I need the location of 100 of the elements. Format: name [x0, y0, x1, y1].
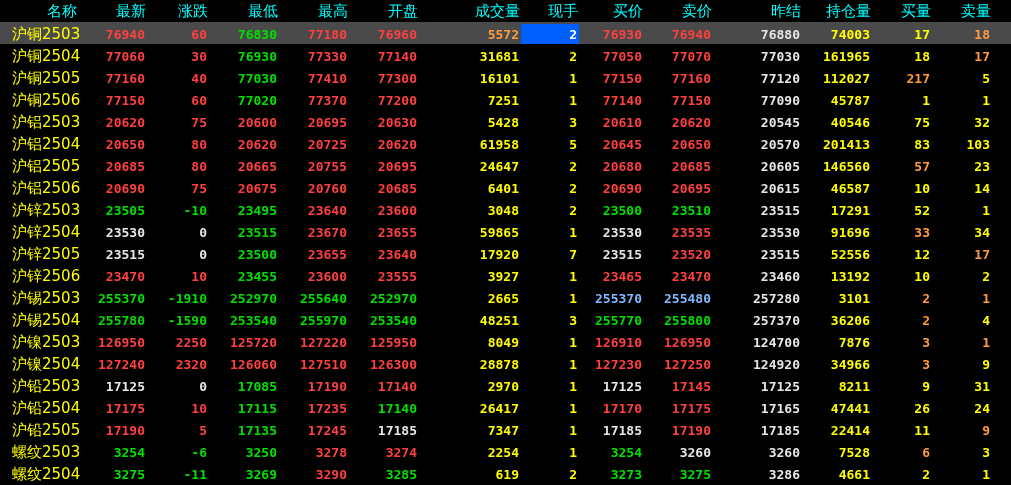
table-cell: 4: [982, 313, 990, 328]
table-cell: 77060: [105, 49, 145, 64]
table-cell: 76830: [237, 27, 277, 42]
column-header[interactable]: 买价: [579, 2, 644, 20]
table-cell: 23460: [760, 269, 800, 284]
table-cell: 20620: [237, 137, 277, 152]
table-cell: 3290: [315, 467, 347, 482]
table-cell: 46587: [830, 181, 870, 196]
column-header[interactable]: 成交量: [419, 2, 521, 20]
column-header[interactable]: 持仓量: [802, 2, 872, 20]
table-cell: 10: [914, 181, 930, 196]
table-cell: 1: [982, 335, 990, 350]
table-cell: 161965: [823, 49, 870, 64]
column-header[interactable]: 昨结: [713, 2, 802, 20]
table-cell: 23500: [237, 247, 277, 262]
table-cell: 77160: [105, 71, 145, 86]
table-cell: 20650: [105, 137, 145, 152]
column-header[interactable]: 现手: [521, 2, 579, 20]
table-cell: 77030: [237, 71, 277, 86]
table-cell: 1: [922, 93, 930, 108]
table-cell: 3: [569, 115, 577, 130]
table-cell: 23670: [307, 225, 347, 240]
table-cell: 40546: [830, 115, 870, 130]
table-cell: 77050: [602, 49, 642, 64]
table-cell: 76940: [671, 27, 711, 42]
table-cell: 77070: [671, 49, 711, 64]
table-cell: 17: [974, 49, 990, 64]
table-cell: 77090: [760, 93, 800, 108]
contract-name: 沪铜2506: [12, 91, 81, 109]
contract-name: 沪锡2504: [12, 311, 81, 329]
table-cell: 7876: [838, 335, 870, 350]
column-header[interactable]: 涨跌: [147, 2, 209, 20]
contract-name: 沪锌2503: [12, 201, 81, 219]
table-cell: 10: [914, 269, 930, 284]
table-cell: 2: [569, 467, 577, 482]
table-cell: 17190: [671, 423, 711, 438]
contract-name: 沪镍2504: [12, 355, 81, 373]
table-cell: 17175: [105, 401, 145, 416]
table-cell: 18: [914, 49, 930, 64]
table-cell: 1: [569, 423, 577, 438]
table-cell: 23520: [671, 247, 711, 262]
table-cell: 20695: [671, 181, 711, 196]
table-cell: 9: [922, 379, 930, 394]
table-cell: 5: [199, 423, 207, 438]
column-header[interactable]: 卖价: [644, 2, 713, 20]
table-cell: 22414: [830, 423, 870, 438]
table-cell: 76930: [602, 27, 642, 42]
table-cell: 1: [569, 269, 577, 284]
table-cell: 103: [966, 137, 990, 152]
column-header[interactable]: 最新: [80, 2, 147, 20]
column-header[interactable]: 最高: [279, 2, 349, 20]
table-cell: 112027: [823, 71, 870, 86]
table-cell: 17085: [237, 379, 277, 394]
table-cell: 23640: [377, 247, 417, 262]
column-header[interactable]: 买量: [872, 2, 932, 20]
table-cell: 23515: [105, 247, 145, 262]
table-cell: 17145: [671, 379, 711, 394]
table-cell: 23495: [237, 203, 277, 218]
table-cell: 23455: [237, 269, 277, 284]
table-cell: 45787: [830, 93, 870, 108]
table-cell: 23505: [105, 203, 145, 218]
column-header[interactable]: 卖量: [932, 2, 1011, 20]
contract-name: 沪锡2503: [12, 289, 81, 307]
table-cell: 2250: [175, 335, 207, 350]
column-header[interactable]: 名称: [0, 2, 80, 20]
table-cell: 3274: [385, 445, 417, 460]
table-cell: 20675: [237, 181, 277, 196]
table-cell: 23640: [307, 203, 347, 218]
table-cell: 20545: [760, 115, 800, 130]
table-cell: 255800: [664, 313, 711, 328]
table-cell: 255370: [595, 291, 642, 306]
table-cell: 255640: [300, 291, 347, 306]
table-cell: 77030: [760, 49, 800, 64]
table-cell: 3: [922, 357, 930, 372]
table-cell: 20620: [671, 115, 711, 130]
table-cell: 3273: [610, 467, 642, 482]
table-cell: 20685: [105, 159, 145, 174]
table-cell: 77200: [377, 93, 417, 108]
table-cell: 23470: [671, 269, 711, 284]
column-header[interactable]: 开盘: [349, 2, 419, 20]
table-cell: 8049: [487, 335, 519, 350]
table-cell: 257280: [753, 291, 800, 306]
table-cell: 3275: [679, 467, 711, 482]
table-cell: 17165: [760, 401, 800, 416]
table-cell: 23465: [602, 269, 642, 284]
table-cell: 255970: [300, 313, 347, 328]
table-cell: 9: [982, 357, 990, 372]
table-cell: 127510: [300, 357, 347, 372]
table-cell: 1: [982, 203, 990, 218]
table-cell: 20570: [760, 137, 800, 152]
table-cell: 17115: [237, 401, 277, 416]
column-header[interactable]: 最低: [209, 2, 279, 20]
contract-name: 沪铝2503: [12, 113, 81, 131]
table-cell: 126300: [370, 357, 417, 372]
table-cell: 6: [922, 445, 930, 460]
table-cell: 77150: [105, 93, 145, 108]
table-row[interactable]: 沪铜2503 76940 60 76830 77180 76960 5572 2 76930 76940 76880 74003 17 18: [0, 22, 1011, 44]
table-cell: 5428: [487, 115, 519, 130]
table-cell: 20650: [671, 137, 711, 152]
table-cell: 619: [495, 467, 519, 482]
